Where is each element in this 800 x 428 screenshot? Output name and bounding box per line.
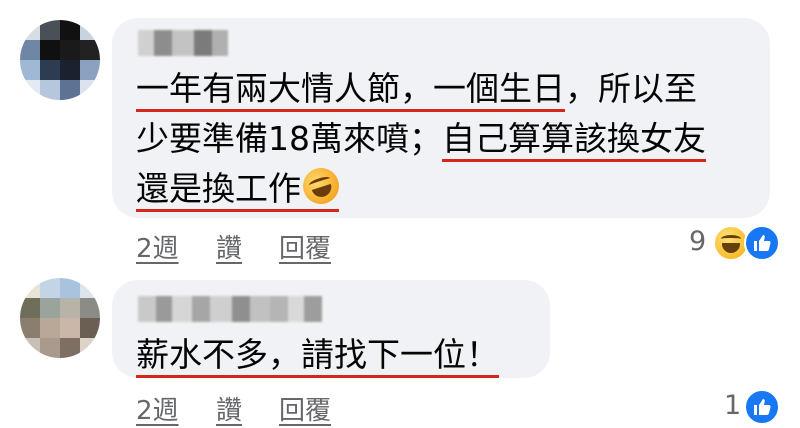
like-button[interactable]: 讚 [216,390,242,427]
avatar[interactable] [20,20,100,100]
comment-line: 一年有兩大情人節，一個生日，所以至 [136,64,706,114]
underlined-phrase: 一年有兩大情人節，一個生日 [136,69,565,112]
underlined-phrase: 薪水不多，請找下一位！ [136,335,499,378]
reply-button[interactable]: 回覆 [279,390,331,427]
underlined-phrase: 自己算算該換女友 [442,119,706,162]
like-icon[interactable] [744,389,780,425]
timestamp-link[interactable]: 2週 [136,228,179,265]
comment-line: 還是換工作 [136,163,706,214]
text-phrase: ，所以至 [565,69,697,108]
reaction-count[interactable]: 9 [689,226,706,257]
text-phrase: 還是換工作 [136,169,301,208]
reply-button[interactable]: 回覆 [279,228,331,265]
comment-line: 薪水不多，請找下一位！ [136,330,499,380]
timestamp-link[interactable]: 2週 [136,390,179,427]
blurred-author-name[interactable] [138,30,228,56]
blurred-author-name[interactable] [138,296,322,322]
like-icon[interactable] [744,225,780,261]
comment-text: 薪水不多，請找下一位！ [136,330,499,380]
like-button[interactable]: 讚 [216,228,242,265]
comment-line: 少要準備18萬來噴；自己算算該換女友 [136,114,706,164]
text-phrase: 少要準備18萬來噴； [136,119,442,158]
reaction-count[interactable]: 1 [724,390,741,421]
rolling-on-floor-laughing-emoji-icon [298,163,344,209]
avatar[interactable] [20,278,100,358]
underlined-phrase: 還是換工作 [136,163,344,212]
comment-text: 一年有兩大情人節，一個生日，所以至 少要準備18萬來噴；自己算算該換女友 還是換… [136,64,706,214]
